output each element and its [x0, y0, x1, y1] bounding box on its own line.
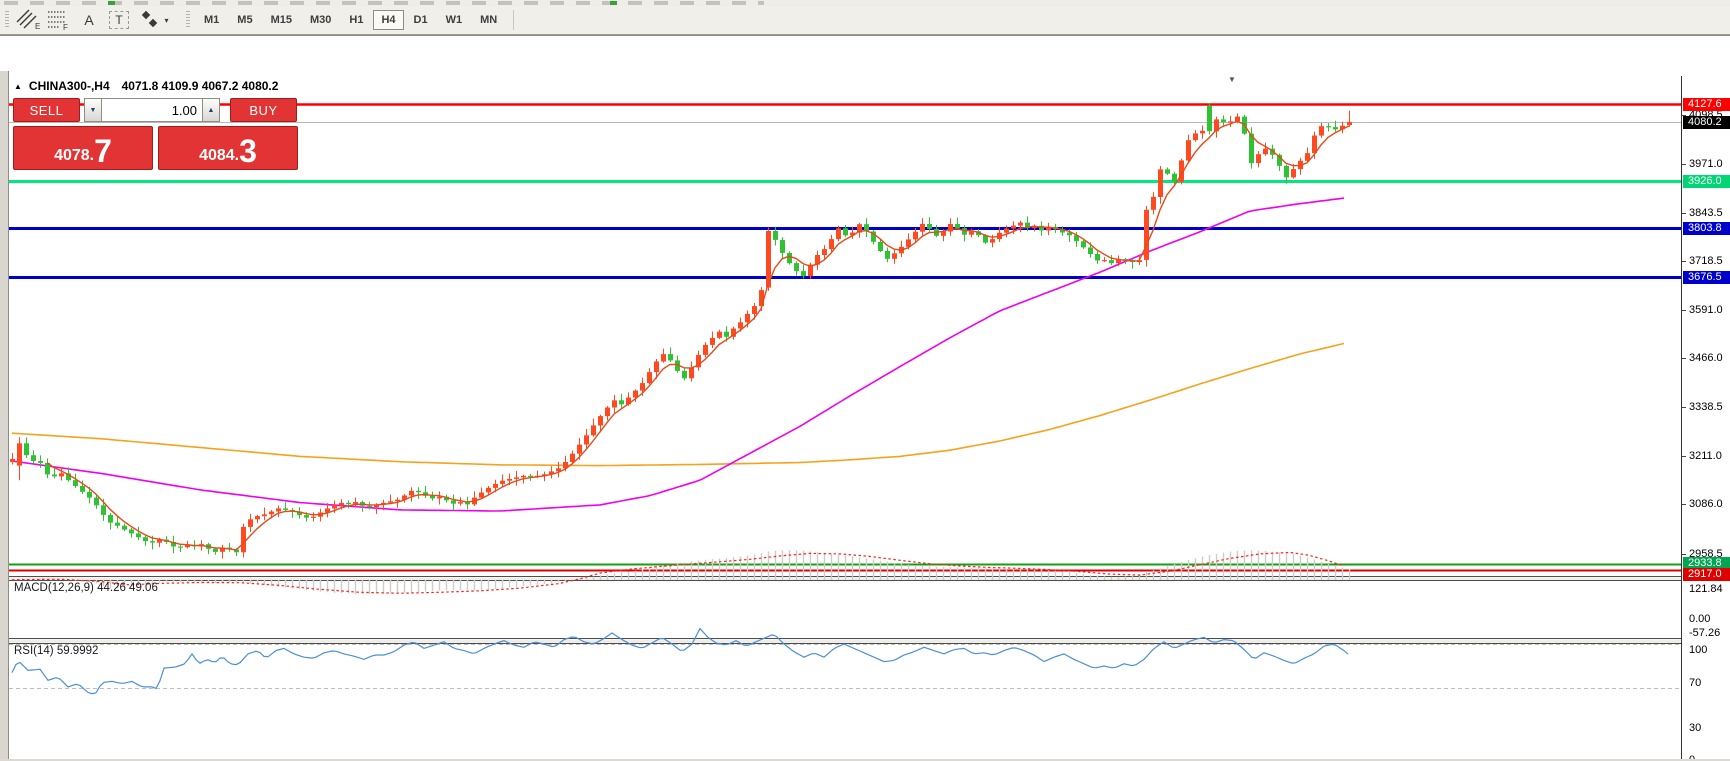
chart-shift-marker-icon[interactable]: ▼ [1228, 75, 1236, 84]
chart-window: ▲ CHINA300-,H4 4071.8 4109.9 4067.2 4080… [0, 35, 1730, 761]
drawing-toolbar: E F A T ▾ M1M5M15M30H1H4D1W1MN [0, 6, 1730, 35]
indicator-scale-label: -57.26 [1689, 627, 1720, 639]
tf-button-mn[interactable]: MN [472, 10, 505, 30]
volume-stepper: ▼ ▲ [84, 98, 220, 122]
chart-window-left-edge [0, 71, 9, 761]
price-tag-2917.0: 2917.0 [1683, 568, 1730, 581]
chart-plot-area[interactable] [9, 76, 1682, 761]
price-tick-label: 3211.0 [1689, 450, 1722, 462]
chart-ohlc-label: 4071.8 4109.9 4067.2 4080.2 [122, 79, 279, 93]
tf-button-h1[interactable]: H1 [341, 10, 371, 30]
indicator-scale-label: 0.00 [1689, 613, 1710, 625]
tf-button-m15[interactable]: M15 [263, 10, 300, 30]
tf-button-d1[interactable]: D1 [406, 10, 436, 30]
price-tick-label: 3086.0 [1689, 498, 1723, 510]
indicator-scale-label: 121.84 [1689, 583, 1723, 595]
fibonacci-tool-button[interactable]: F [46, 9, 72, 31]
price-tick-mark [1682, 504, 1686, 505]
toolbar-green-stub-icon [108, 1, 115, 5]
toolbar-drag-handle[interactable] [186, 11, 190, 29]
price-tick-mark [1682, 213, 1686, 214]
buy-price-display[interactable]: 4084.3 [158, 126, 298, 170]
toolbar-stub-icons [4, 1, 764, 5]
price-tick-mark [1682, 554, 1686, 555]
tf-button-w1[interactable]: W1 [438, 10, 471, 30]
volume-increase-button[interactable]: ▲ [202, 98, 220, 122]
sell-button[interactable]: SELL [13, 98, 80, 122]
price-tick-mark [1682, 407, 1686, 408]
macd-indicator-label: MACD(12,26,9) 44.26 49.06 [14, 582, 158, 594]
tf-button-m5[interactable]: M5 [229, 10, 260, 30]
price-tick-label: 3338.5 [1689, 401, 1723, 413]
fibonacci-icon: F [46, 9, 72, 31]
price-axis[interactable]: 4098.53971.03843.53718.53591.03466.03338… [1683, 76, 1730, 761]
arrows-dropdown-caret-icon[interactable]: ▾ [164, 16, 168, 25]
svg-text:F: F [63, 23, 68, 31]
price-tag-3926.0: 3926.0 [1683, 175, 1730, 188]
tf-button-h4[interactable]: H4 [373, 10, 403, 30]
indicator-scale-label: 70 [1689, 677, 1701, 689]
timeframe-button-group: M1M5M15M30H1H4D1W1MN [195, 10, 506, 30]
volume-decrease-button[interactable]: ▼ [84, 98, 102, 122]
toolbar-green-stub-icon [610, 1, 617, 5]
price-tick-mark [1682, 164, 1686, 165]
volume-input[interactable] [102, 98, 202, 122]
price-tick-label: 3466.0 [1689, 352, 1723, 364]
sell-price-int: 4078 [54, 146, 90, 166]
price-tick-mark [1682, 358, 1686, 359]
price-tag-4127.6: 4127.6 [1683, 98, 1730, 111]
arrows-tool-button[interactable]: ▾ [136, 9, 172, 31]
price-tick-label: 3591.0 [1689, 304, 1723, 316]
tf-button-m1[interactable]: M1 [196, 10, 227, 30]
sell-price-pip: 7 [94, 136, 112, 166]
buy-price-int: 4084 [199, 146, 235, 166]
arrows-icon [139, 9, 161, 31]
indicator-scale-label: 100 [1689, 644, 1707, 656]
price-tick-mark [1682, 310, 1686, 311]
collapse-panel-icon[interactable]: ▲ [14, 82, 22, 91]
indicator-scale-label: 30 [1689, 722, 1701, 734]
trading-terminal: E F A T ▾ M1M5M15M30H1H4D1W1MN [0, 0, 1730, 761]
text-tool-button[interactable]: A [76, 9, 102, 31]
equidistant-channel-tool-button[interactable]: E [16, 9, 42, 31]
chart-symbol-label: CHINA300-,H4 [29, 79, 110, 93]
one-click-trading-panel: SELL ▼ ▲ BUY 4078.7 4084.3 [13, 98, 298, 170]
price-tick-label: 3843.5 [1689, 207, 1723, 219]
chart-canvas[interactable] [9, 76, 1682, 761]
text-label-icon: T [109, 11, 128, 29]
svg-text:E: E [35, 22, 40, 31]
buy-price-pip: 3 [239, 136, 257, 166]
price-tag-3803.8: 3803.8 [1683, 222, 1730, 235]
rsi-indicator-label: RSI(14) 59.9992 [14, 645, 98, 657]
price-tick-mark [1682, 261, 1686, 262]
toolbar-separator [513, 10, 514, 30]
price-tick-mark [1682, 456, 1686, 457]
buy-button[interactable]: BUY [230, 98, 297, 122]
tf-button-m30[interactable]: M30 [302, 10, 339, 30]
price-tag-4080.2: 4080.2 [1683, 116, 1730, 129]
toolbar-drag-handle[interactable] [5, 11, 9, 29]
price-tick-label: 3718.5 [1689, 255, 1723, 267]
equidistant-channel-icon: E [16, 9, 42, 31]
price-tag-3676.5: 3676.5 [1683, 271, 1730, 284]
sell-price-display[interactable]: 4078.7 [13, 126, 153, 170]
text-label-tool-button[interactable]: T [106, 9, 132, 31]
chart-title: ▲ CHINA300-,H4 4071.8 4109.9 4067.2 4080… [14, 79, 278, 93]
price-tick-label: 3971.0 [1689, 158, 1723, 170]
